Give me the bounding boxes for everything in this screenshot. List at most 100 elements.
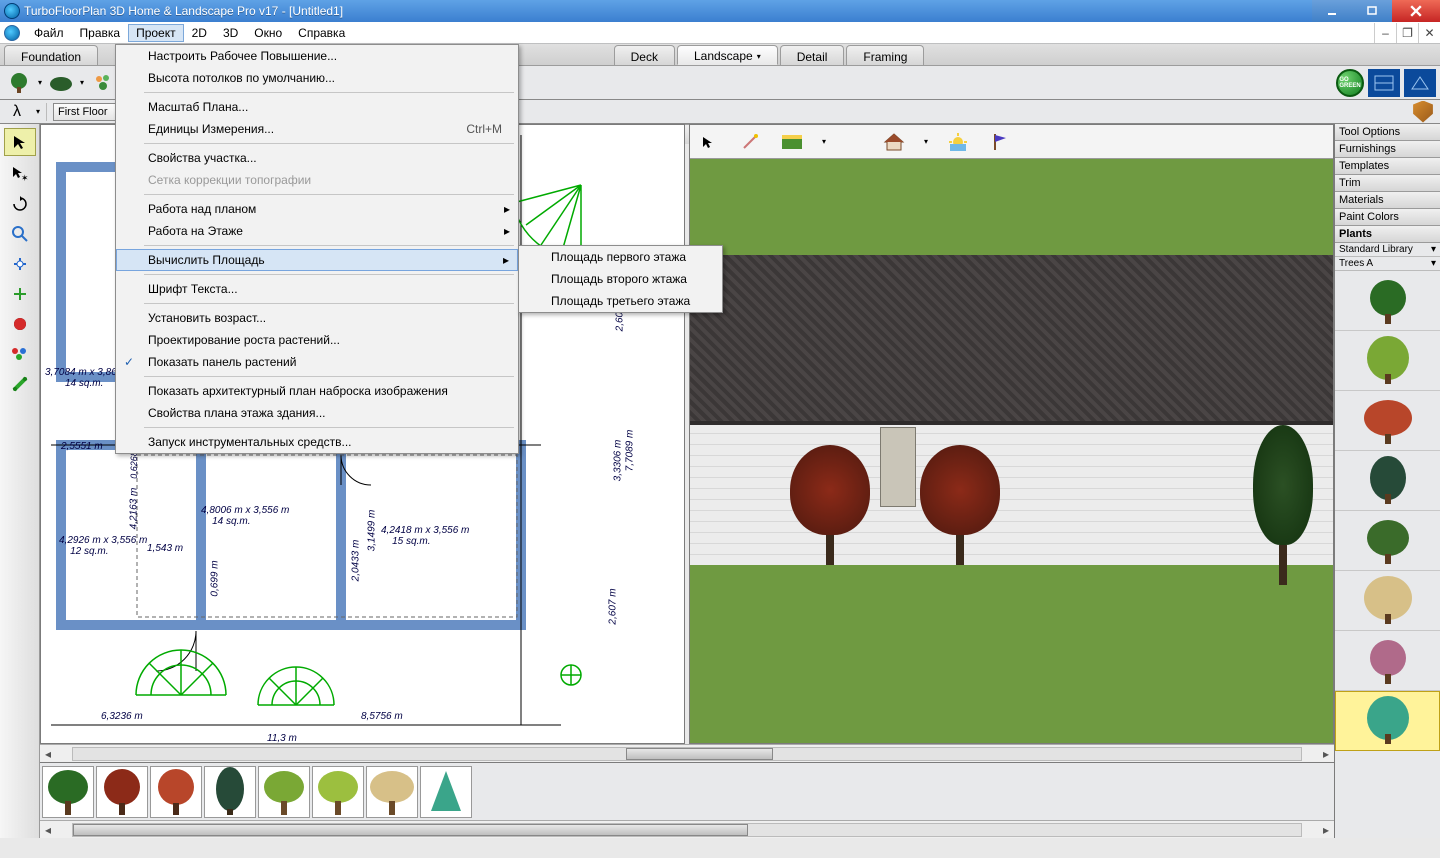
tab-landscape[interactable]: Landscape▾ bbox=[677, 45, 778, 65]
plant-thumb[interactable] bbox=[1335, 331, 1440, 391]
dim-a: 3,7084 m x 3,86614 sq.m. bbox=[45, 367, 122, 389]
green-segment-tool[interactable] bbox=[8, 372, 32, 396]
menu-item[interactable]: Высота потолков по умолчанию... bbox=[116, 67, 518, 89]
pointer-icon[interactable] bbox=[696, 130, 720, 154]
category-dropdown[interactable]: Trees A▾ bbox=[1335, 257, 1440, 271]
submenu-item[interactable]: Площадь третьего этажа bbox=[519, 290, 722, 312]
tab-foundation[interactable]: Foundation bbox=[4, 45, 98, 65]
plant-thumb[interactable] bbox=[1335, 631, 1440, 691]
plant-thumb[interactable] bbox=[1335, 451, 1440, 511]
mdi-restore-button[interactable]: ❐ bbox=[1396, 23, 1418, 43]
shield-3d-icon[interactable] bbox=[1412, 101, 1434, 123]
wand-tool-icon[interactable] bbox=[738, 130, 762, 154]
maximize-button[interactable] bbox=[1352, 0, 1392, 22]
menu-item[interactable]: Показать архитектурный план наброска изо… bbox=[116, 380, 518, 402]
view-hscroll[interactable]: ◂ ▸ bbox=[40, 744, 1334, 762]
menu-item[interactable]: Настроить Рабочее Повышение... bbox=[116, 45, 518, 67]
plant-thumb[interactable] bbox=[1335, 271, 1440, 331]
rgb-balls-tool[interactable] bbox=[8, 342, 32, 366]
tab-label: Detail bbox=[797, 50, 828, 64]
plant-thumb[interactable] bbox=[1335, 511, 1440, 571]
flag-tool-icon[interactable] bbox=[988, 130, 1012, 154]
submenu-item[interactable]: Площадь второго жтажа bbox=[519, 268, 722, 290]
menu-item[interactable]: Единицы Измерения...Ctrl+M bbox=[116, 118, 518, 140]
thumb-tree-1[interactable] bbox=[42, 766, 94, 818]
plant-thumb[interactable] bbox=[1335, 571, 1440, 631]
tab-detail[interactable]: Detail bbox=[780, 45, 845, 65]
blueprint-icon[interactable] bbox=[1368, 69, 1400, 97]
panel-header-furnishings[interactable]: Furnishings bbox=[1335, 141, 1440, 158]
menu-item[interactable]: Проектирование роста растений... bbox=[116, 329, 518, 351]
thumb-tree-6[interactable] bbox=[312, 766, 364, 818]
mdi-close-button[interactable]: ✕ bbox=[1418, 23, 1440, 43]
dim-b: 4,8006 m x 3,556 m 14 sq.m. bbox=[201, 505, 289, 527]
menu-item[interactable]: Запуск инструментальных средств... bbox=[116, 431, 518, 453]
panel-header-trim[interactable]: Trim bbox=[1335, 175, 1440, 192]
thumb-tree-5[interactable] bbox=[258, 766, 310, 818]
menu-файл[interactable]: Файл bbox=[26, 24, 72, 42]
pointer-tool[interactable] bbox=[4, 128, 36, 156]
plants-list[interactable] bbox=[1335, 271, 1440, 838]
library-dropdown[interactable]: Standard Library▾ bbox=[1335, 243, 1440, 257]
add-point-tool[interactable] bbox=[8, 282, 32, 306]
dim-i: 11,3 m bbox=[267, 733, 297, 744]
menu-item[interactable]: Установить возраст... bbox=[116, 307, 518, 329]
menu-item[interactable]: Шрифт Текста... bbox=[116, 278, 518, 300]
thumb-tree-4[interactable] bbox=[204, 766, 256, 818]
tab-framing[interactable]: Framing bbox=[846, 45, 924, 65]
sun-tool-icon[interactable] bbox=[946, 130, 970, 154]
red-ball-tool[interactable] bbox=[8, 312, 32, 336]
thumb-tree-3[interactable] bbox=[150, 766, 202, 818]
mdi-minimize-button[interactable]: – bbox=[1374, 23, 1396, 43]
tab-deck[interactable]: Deck bbox=[614, 45, 675, 65]
panel-header-plants[interactable]: Plants bbox=[1335, 226, 1440, 243]
menu-3d[interactable]: 3D bbox=[215, 24, 246, 42]
window-title: TurboFloorPlan 3D Home & Landscape Pro v… bbox=[24, 4, 343, 18]
area-submenu: Площадь первого этажаПлощадь второго жта… bbox=[518, 245, 723, 313]
view-3d[interactable]: ▾ ▾ bbox=[689, 124, 1334, 744]
minimize-button[interactable] bbox=[1312, 0, 1352, 22]
pan-tool[interactable] bbox=[8, 252, 32, 276]
menu-item[interactable]: Свойства участка... bbox=[116, 147, 518, 169]
menu-item[interactable]: Вычислить Площадь▸ bbox=[116, 249, 518, 271]
submenu-item[interactable]: Площадь первого этажа bbox=[519, 246, 722, 268]
tab-label: Deck bbox=[631, 50, 658, 64]
thumb-hscroll[interactable]: ◂ ▸ bbox=[40, 820, 1334, 838]
thumb-tree-7[interactable] bbox=[366, 766, 418, 818]
menu-item[interactable]: Работа над планом▸ bbox=[116, 198, 518, 220]
panel-header-paint-colors[interactable]: Paint Colors bbox=[1335, 209, 1440, 226]
shrub-tool-icon[interactable] bbox=[48, 70, 74, 96]
landscape-tile-icon[interactable] bbox=[780, 130, 804, 154]
menu-item[interactable]: Свойства плана этажа здания... bbox=[116, 402, 518, 424]
app-icon-small bbox=[4, 25, 20, 41]
right-panel: Tool OptionsFurnishingsTemplatesTrimMate… bbox=[1334, 124, 1440, 838]
pointer-star-tool[interactable]: ✶ bbox=[8, 162, 32, 186]
menu-item[interactable]: Масштаб Плана... bbox=[116, 96, 518, 118]
flower-tool-icon[interactable] bbox=[90, 70, 116, 96]
dim-l: 3,3306 m bbox=[612, 440, 623, 482]
tab-label: Landscape bbox=[694, 49, 753, 63]
plant-thumb[interactable] bbox=[1335, 391, 1440, 451]
menu-окно[interactable]: Окно bbox=[246, 24, 290, 42]
tab-label: Framing bbox=[863, 50, 907, 64]
lambda-tool-icon[interactable]: λ bbox=[4, 102, 30, 122]
zoom-tool[interactable] bbox=[8, 222, 32, 246]
menu-item[interactable]: Работа на Этаже▸ bbox=[116, 220, 518, 242]
go-green-icon[interactable]: GOGREEN bbox=[1336, 69, 1364, 97]
close-button[interactable] bbox=[1392, 0, 1440, 22]
panel-header-materials[interactable]: Materials bbox=[1335, 192, 1440, 209]
tree-tool-icon[interactable] bbox=[6, 70, 32, 96]
panel-header-tool-options[interactable]: Tool Options bbox=[1335, 124, 1440, 141]
plant-thumb[interactable] bbox=[1335, 691, 1440, 751]
menu-2d[interactable]: 2D bbox=[184, 24, 215, 42]
thumb-tree-2[interactable] bbox=[96, 766, 148, 818]
menu-проект[interactable]: Проект bbox=[128, 24, 184, 42]
menu-item[interactable]: ✓Показать панель растений bbox=[116, 351, 518, 373]
house-tool-icon[interactable] bbox=[882, 130, 906, 154]
menu-справка[interactable]: Справка bbox=[290, 24, 353, 42]
blueprint-alt-icon[interactable] bbox=[1404, 69, 1436, 97]
panel-header-templates[interactable]: Templates bbox=[1335, 158, 1440, 175]
rotate-tool[interactable] bbox=[8, 192, 32, 216]
menu-правка[interactable]: Правка bbox=[72, 24, 129, 42]
thumb-tree-8[interactable] bbox=[420, 766, 472, 818]
